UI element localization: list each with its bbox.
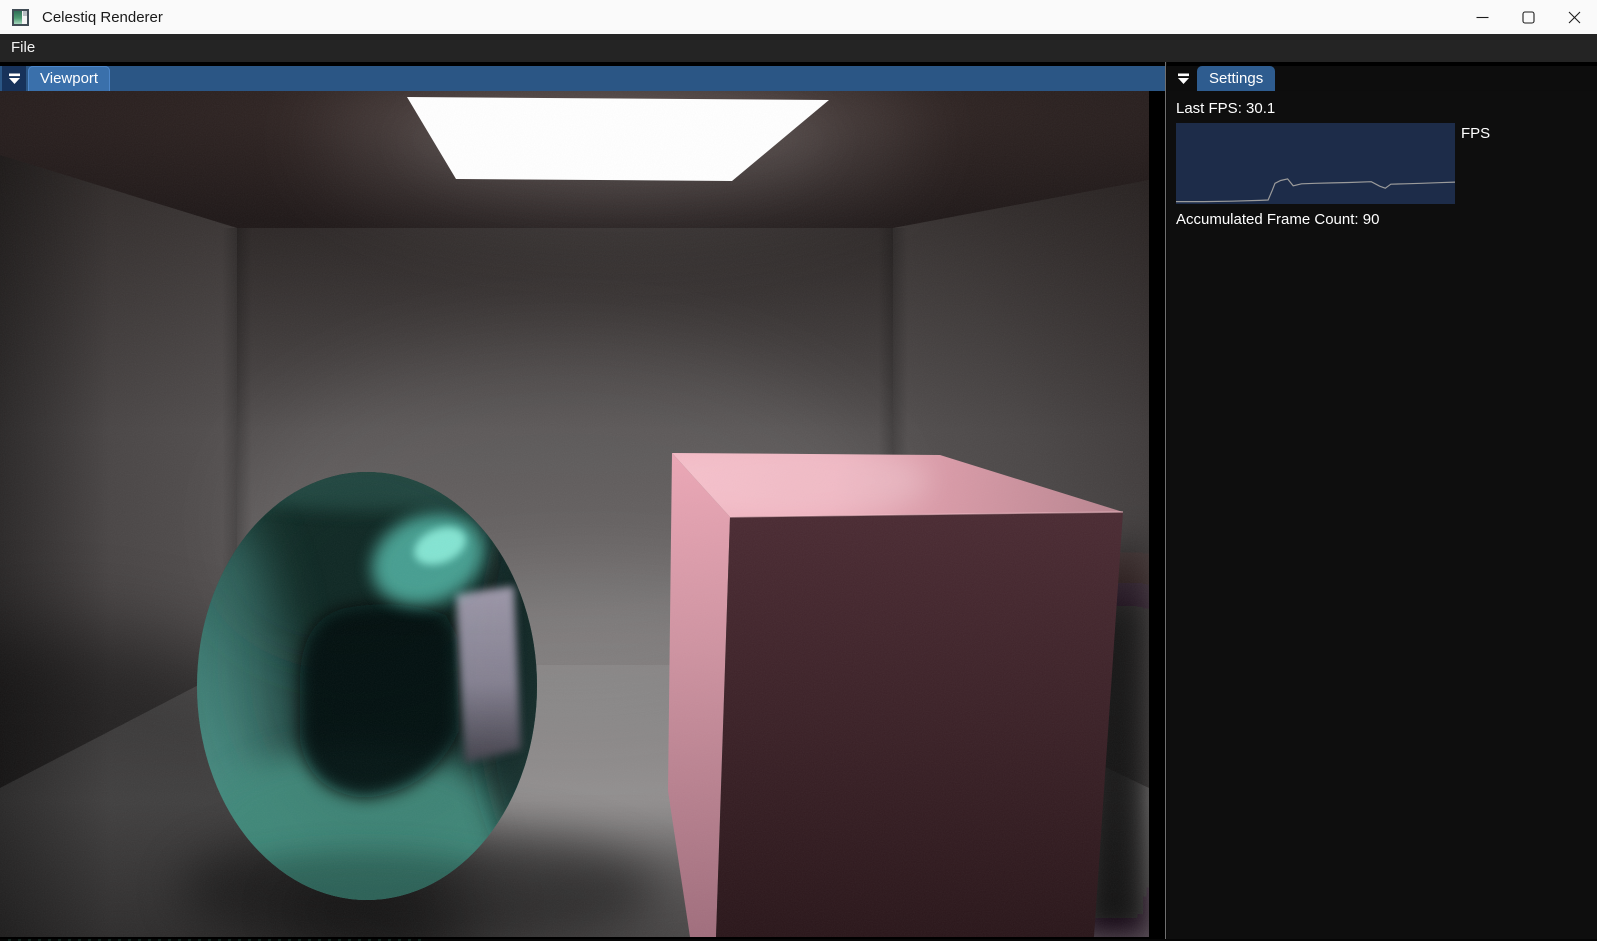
collapse-arrow-icon (8, 72, 21, 85)
app-icon (12, 9, 29, 26)
window-title: Celestiq Renderer (42, 9, 163, 26)
collapse-arrow-icon (1177, 72, 1190, 85)
render-viewport[interactable] (0, 91, 1149, 937)
viewport-collapse-button[interactable] (2, 66, 26, 91)
tab-settings-label: Settings (1209, 70, 1263, 87)
tab-viewport[interactable]: Viewport (28, 66, 110, 91)
fps-plot-background (1176, 123, 1455, 204)
fps-plot (1176, 123, 1455, 204)
menu-bar: File (0, 34, 1597, 62)
close-icon (1567, 10, 1582, 25)
settings-tabbar: Settings (1167, 62, 1597, 91)
tab-viewport-label: Viewport (40, 70, 98, 87)
settings-content: Last FPS: 30.1 FPS Accumulated Frame Cou… (1167, 91, 1597, 228)
fps-plot-row: FPS (1176, 123, 1597, 204)
minimize-icon (1475, 10, 1490, 25)
dockspace: Viewport (0, 62, 1597, 939)
window-controls (1459, 0, 1597, 34)
maximize-button[interactable] (1505, 0, 1551, 34)
settings-collapse-button[interactable] (1171, 66, 1195, 91)
maximize-icon (1521, 10, 1536, 25)
fps-plot-label: FPS (1461, 125, 1490, 142)
scene-3d-image (0, 91, 1149, 937)
viewport-window: Viewport (0, 62, 1165, 939)
frame-count-text: Accumulated Frame Count: 90 (1176, 211, 1597, 228)
minimize-button[interactable] (1459, 0, 1505, 34)
last-fps-text: Last FPS: 30.1 (1176, 100, 1597, 117)
tab-settings[interactable]: Settings (1197, 66, 1275, 91)
close-button[interactable] (1551, 0, 1597, 34)
menu-item-file[interactable]: File (0, 34, 46, 62)
window-titlebar[interactable]: Celestiq Renderer (0, 0, 1597, 34)
viewport-tabbar: Viewport (0, 62, 1165, 91)
settings-window: Settings Last FPS: 30.1 FPS Accumulated … (1167, 62, 1597, 939)
